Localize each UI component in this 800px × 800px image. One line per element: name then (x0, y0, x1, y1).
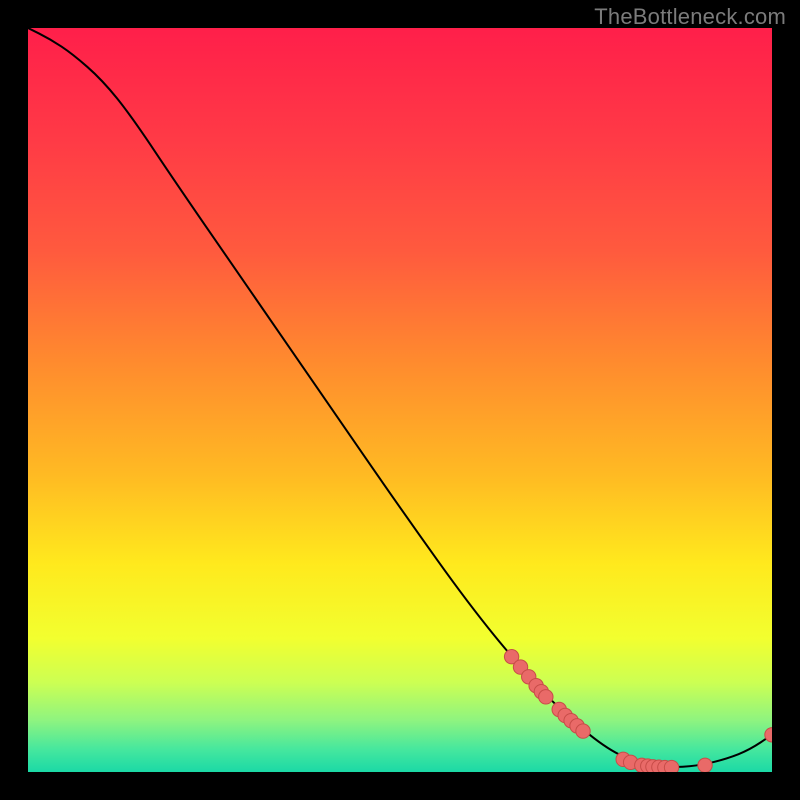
curve-marker (698, 758, 712, 772)
chart-frame: TheBottleneck.com (0, 0, 800, 800)
watermark-text: TheBottleneck.com (594, 4, 786, 30)
curve-marker (539, 690, 553, 704)
plot-area (28, 28, 772, 772)
gradient-background (28, 28, 772, 772)
curve-marker (664, 760, 678, 772)
bottleneck-chart (28, 28, 772, 772)
curve-marker (576, 724, 590, 738)
